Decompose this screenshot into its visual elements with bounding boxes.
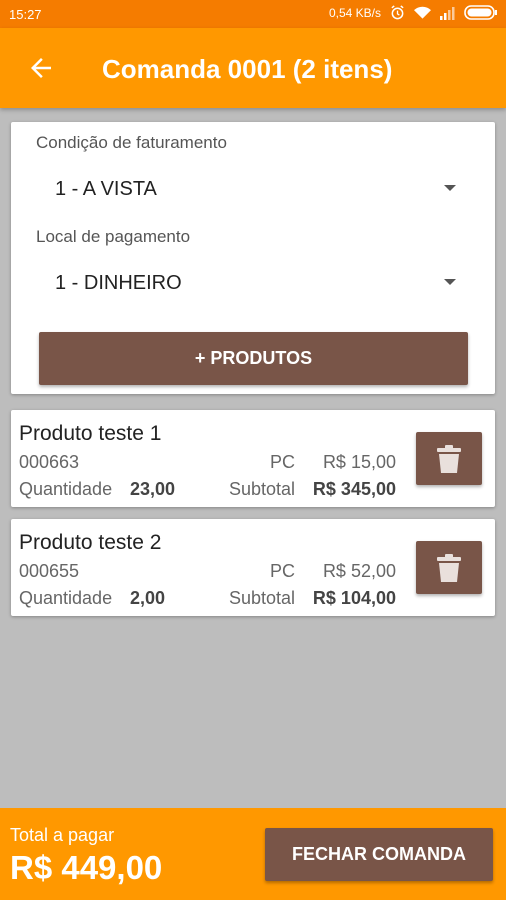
battery-icon — [464, 5, 497, 20]
bottom-bar: Total a pagar R$ 449,00 FECHAR COMANDA — [0, 808, 506, 900]
subtotal-value: R$ 345,00 — [312, 479, 396, 499]
chevron-down-icon — [444, 185, 456, 191]
quantity-label: Quantidade — [19, 479, 113, 499]
quantity-value: 2,00 — [130, 588, 166, 608]
quantity-value: 23,00 — [130, 479, 176, 499]
page-title: Comanda 0001 (2 itens) — [102, 54, 393, 84]
product-name: Produto teste 2 — [19, 531, 162, 554]
payment-place-label: Local de pagamento — [36, 227, 191, 246]
product-unit: PC — [269, 561, 295, 581]
subtotal-value: R$ 104,00 — [312, 588, 396, 608]
product-unit: PC — [269, 452, 295, 472]
status-bar: 15:27 0,54 KB/s — [0, 0, 506, 28]
billing-condition-select[interactable]: 1 - A VISTA — [36, 172, 476, 208]
quantity-label: Quantidade — [19, 588, 113, 608]
status-icons: 0,54 KB/s — [329, 5, 498, 20]
back-arrow-icon[interactable] — [26, 53, 56, 83]
payment-place-select[interactable]: 1 - DINHEIRO — [36, 266, 476, 302]
billing-condition-label: Condição de faturamento — [36, 133, 227, 152]
signal-icon — [440, 6, 455, 20]
subtotal-label: Subtotal — [228, 588, 295, 608]
trash-icon — [437, 553, 461, 582]
product-code: 000655 — [19, 561, 80, 581]
billing-condition-value: 1 - A VISTA — [55, 178, 157, 200]
product-price: R$ 52,00 — [322, 561, 396, 581]
trash-icon — [437, 444, 461, 473]
product-price: R$ 15,00 — [322, 452, 396, 472]
wifi-icon — [414, 6, 431, 19]
delete-product-button[interactable] — [416, 541, 482, 594]
chevron-down-icon — [444, 279, 456, 285]
product-card: Produto teste 1 000663 PC R$ 15,00 Quant… — [11, 410, 495, 507]
total-value: R$ 449,00 — [10, 849, 163, 886]
network-speed: 0,54 KB/s — [328, 5, 381, 20]
alarm-icon — [391, 5, 404, 20]
product-name: Produto teste 1 — [19, 422, 162, 445]
delete-product-button[interactable] — [416, 432, 482, 485]
billing-form-card: Condição de faturamento 1 - A VISTA Loca… — [11, 122, 495, 394]
subtotal-label: Subtotal — [228, 479, 295, 499]
app-bar: Comanda 0001 (2 itens) — [0, 28, 506, 108]
add-products-button[interactable]: + PRODUTOS — [39, 332, 468, 385]
payment-place-value: 1 - DINHEIRO — [55, 272, 182, 294]
total-label: Total a pagar — [10, 825, 115, 845]
product-code: 000663 — [19, 452, 80, 472]
status-time: 15:27 — [9, 7, 42, 22]
product-card: Produto teste 2 000655 PC R$ 52,00 Quant… — [11, 519, 495, 616]
close-order-button[interactable]: FECHAR COMANDA — [265, 828, 493, 881]
